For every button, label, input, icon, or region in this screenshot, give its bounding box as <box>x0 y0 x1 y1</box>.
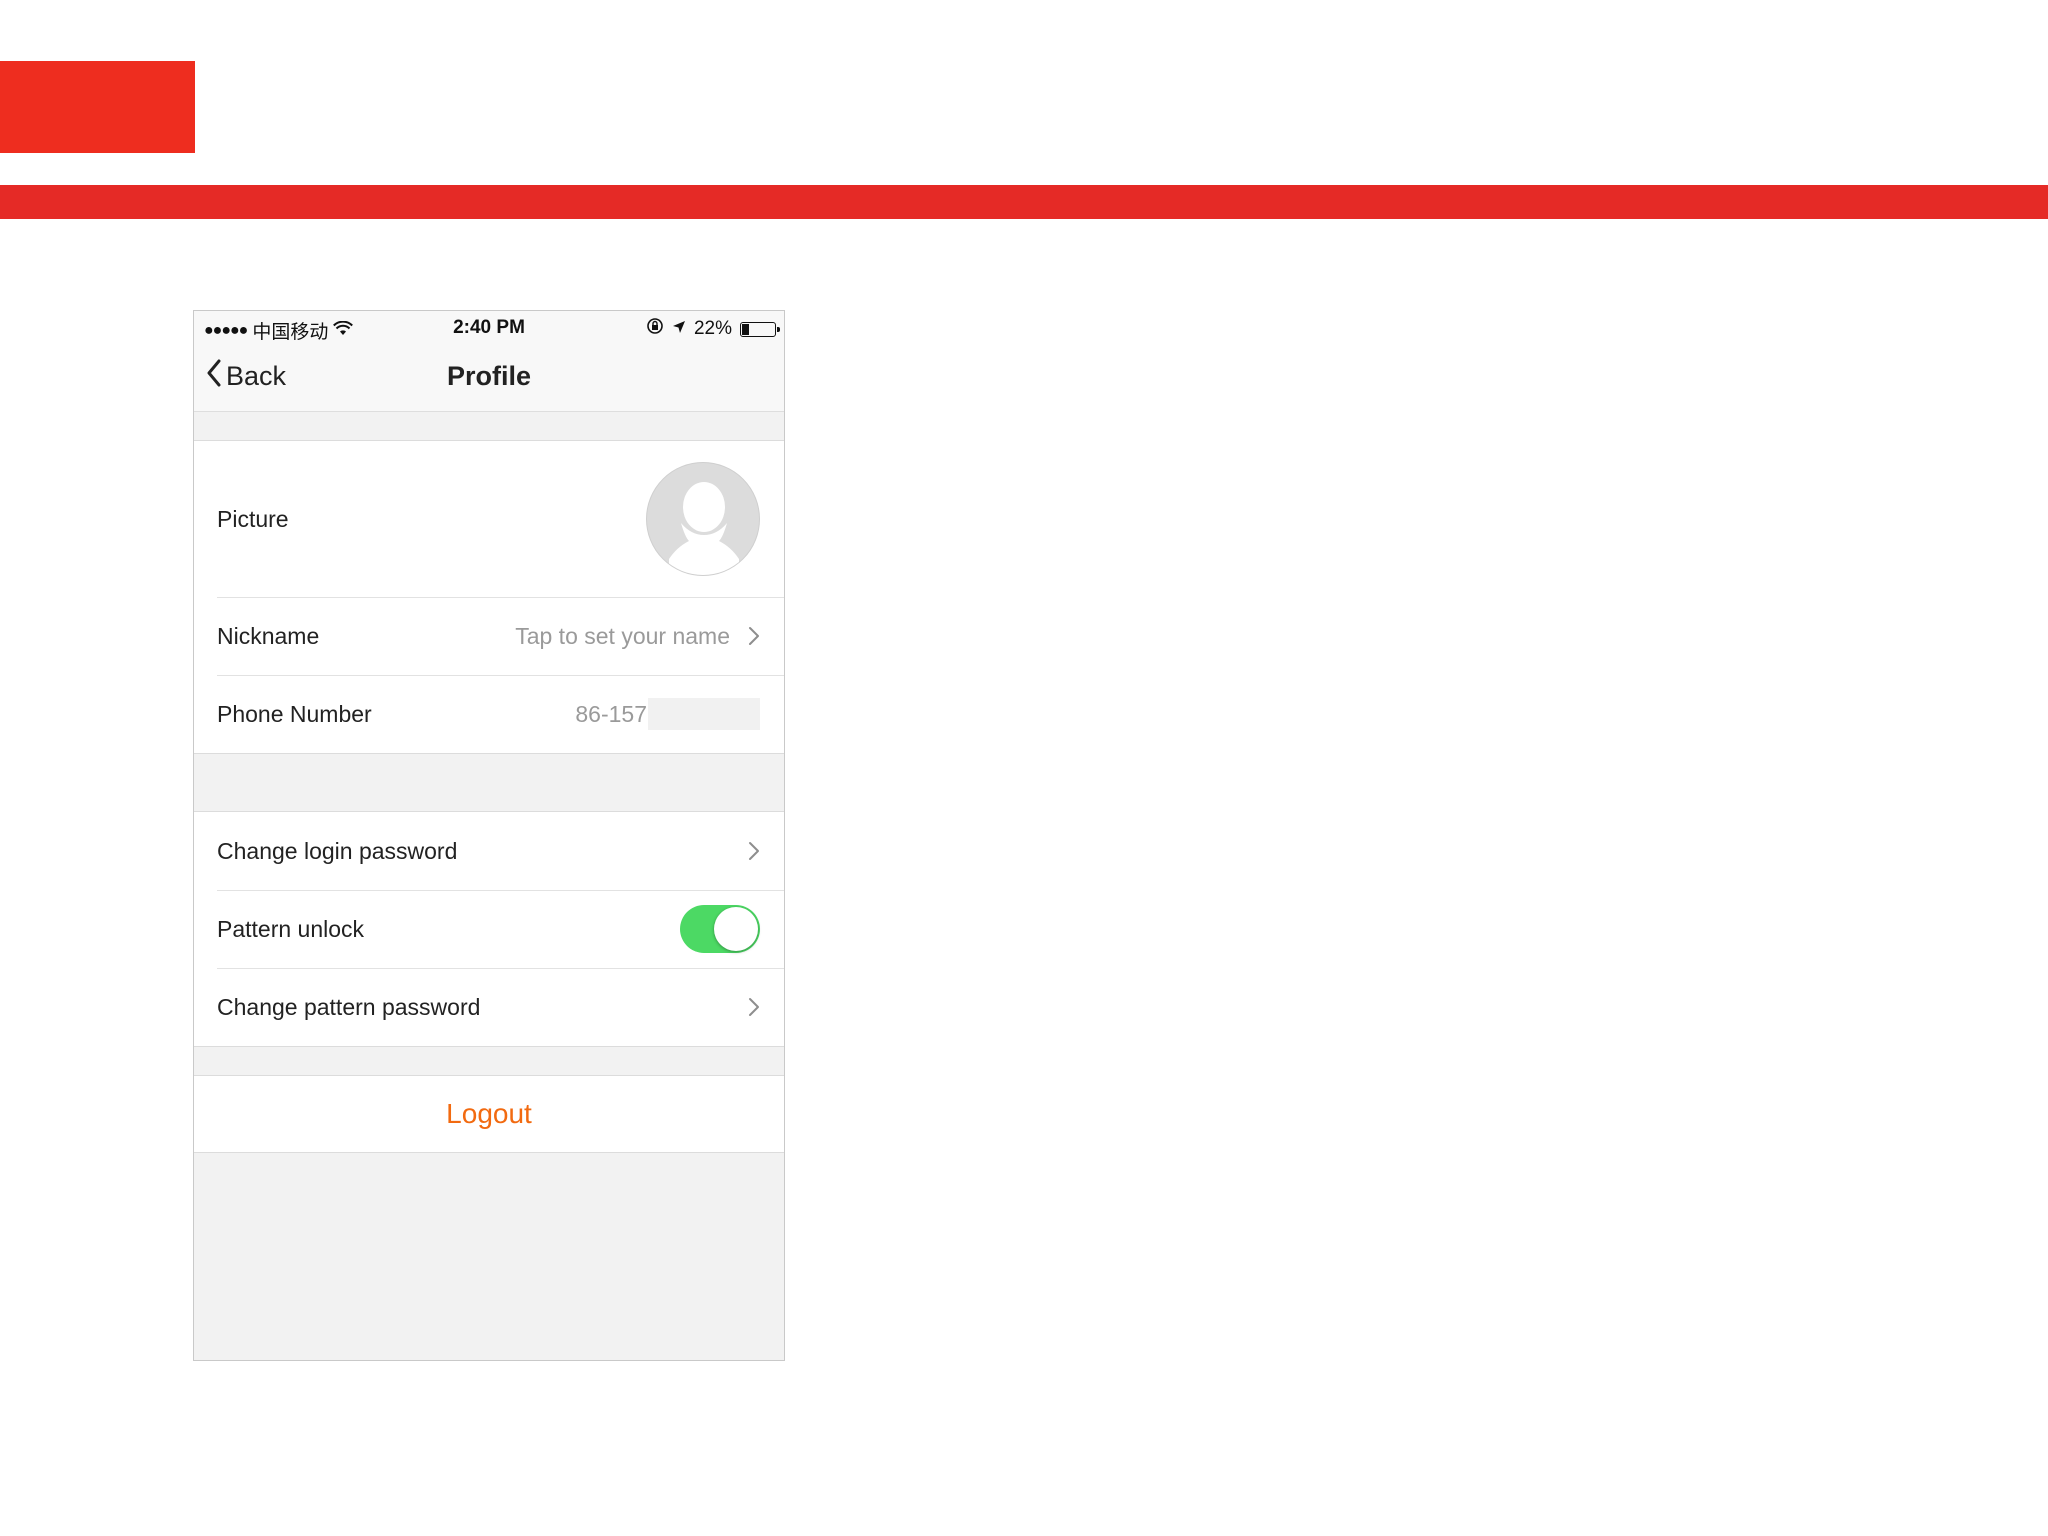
change-pattern-password-row[interactable]: Change pattern password <box>194 968 784 1046</box>
battery-icon <box>740 321 780 337</box>
phone-number-label: Phone Number <box>217 700 372 727</box>
change-pattern-password-label: Change pattern password <box>217 993 481 1020</box>
pattern-unlock-row: Pattern unlock <box>194 890 784 968</box>
pattern-unlock-toggle[interactable] <box>680 905 760 953</box>
logout-section: Logout <box>194 1075 784 1153</box>
header-red-block <box>0 61 195 153</box>
status-bar: ●●●●● 中国移动 2:40 PM 22% <box>194 311 784 343</box>
phone-screen: ●●●●● 中国移动 2:40 PM 22% Back Profile Pict… <box>193 310 785 1361</box>
security-section: Change login password Pattern unlock Cha… <box>194 811 784 1047</box>
pattern-unlock-label: Pattern unlock <box>217 915 365 942</box>
change-login-password-label: Change login password <box>217 837 458 864</box>
phone-number-redaction <box>648 698 760 730</box>
page-title: Profile <box>446 361 532 391</box>
person-silhouette-icon <box>669 482 739 575</box>
phone-number-row: Phone Number 86-157 <box>194 675 784 753</box>
avatar[interactable] <box>646 462 760 576</box>
nickname-placeholder: Tap to set your name <box>515 622 730 649</box>
chevron-right-icon <box>748 997 760 1017</box>
header-red-band <box>0 185 2048 219</box>
picture-row[interactable]: Picture <box>194 441 784 597</box>
toggle-knob <box>714 907 758 951</box>
nickname-row[interactable]: Nickname Tap to set your name <box>194 597 784 675</box>
rotation-lock-icon <box>646 317 664 341</box>
picture-label: Picture <box>217 505 289 532</box>
profile-section: Picture Nickname Tap to set your name Ph… <box>194 440 784 754</box>
chevron-right-icon <box>748 626 760 646</box>
nickname-label: Nickname <box>217 622 320 649</box>
location-arrow-icon <box>672 318 686 340</box>
phone-number-value: 86-157 <box>575 700 647 727</box>
change-login-password-row[interactable]: Change login password <box>194 812 784 890</box>
chevron-right-icon <box>748 841 760 861</box>
top-bar: ●●●●● 中国移动 2:40 PM 22% Back Profile <box>194 311 784 412</box>
logout-button[interactable]: Logout <box>194 1076 784 1152</box>
battery-percent: 22% <box>693 318 732 339</box>
